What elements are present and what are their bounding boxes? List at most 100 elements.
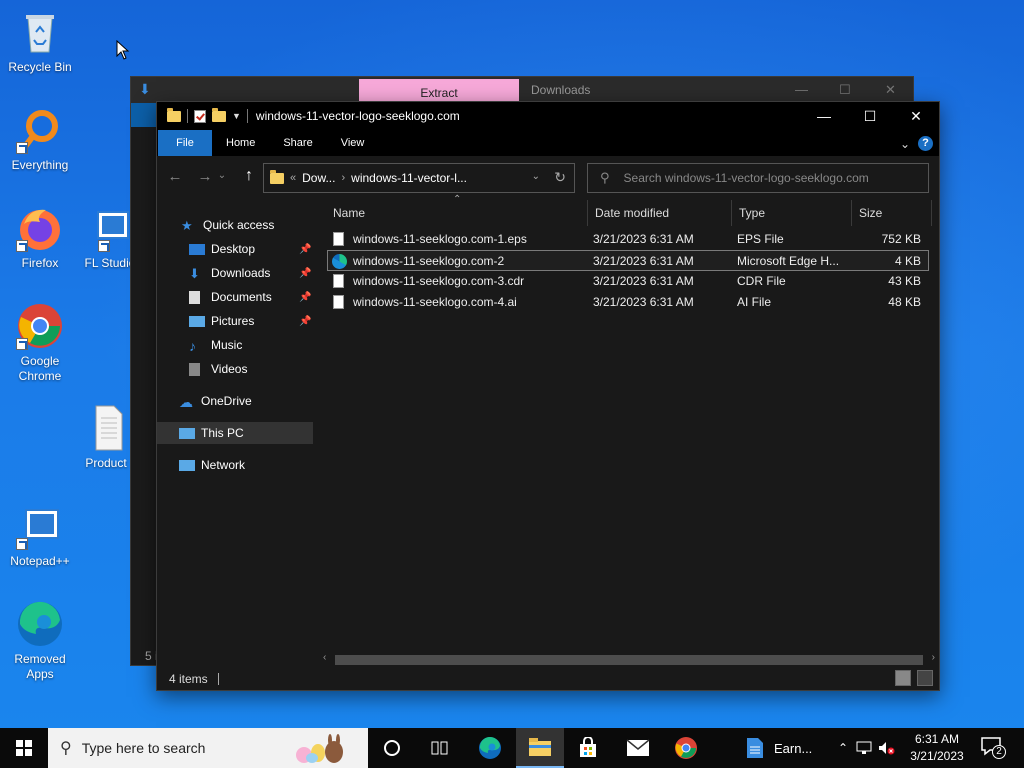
column-divider[interactable] xyxy=(587,200,588,226)
chrome-icon xyxy=(16,302,64,350)
taskbar: ⚲ Type here to search Earn... ⌃ 6:31 AM … xyxy=(0,728,1024,768)
column-header-name[interactable]: Name xyxy=(333,200,365,226)
fl-studio-icon xyxy=(86,204,134,252)
volume-muted-icon[interactable] xyxy=(878,741,896,755)
nav-item-documents[interactable]: Documents 📌 xyxy=(189,286,315,308)
chrome-taskbar-button[interactable] xyxy=(662,728,710,768)
new-folder-icon[interactable] xyxy=(212,107,226,122)
window-title: windows-11-vector-logo-seeklogo.com xyxy=(255,109,460,123)
column-header-type[interactable]: Type xyxy=(739,200,765,226)
nav-item-network[interactable]: Network xyxy=(179,454,245,476)
nav-item-pictures[interactable]: Pictures 📌 xyxy=(189,310,315,332)
desktop-icon-removed-apps[interactable]: Removed Apps xyxy=(0,600,80,682)
document-app-taskbar-button[interactable]: Earn... xyxy=(746,728,832,768)
action-center-button[interactable]: 2 xyxy=(980,736,1008,760)
table-row[interactable]: windows-11-seeklogo.com-1.eps 3/21/2023 … xyxy=(327,229,929,250)
column-divider[interactable] xyxy=(931,200,932,226)
table-row[interactable]: windows-11-seeklogo.com-2 3/21/2023 6:31… xyxy=(327,250,929,271)
up-arrow-icon[interactable]: ↑ xyxy=(235,167,263,185)
tab-share[interactable]: Share xyxy=(269,130,326,156)
column-divider[interactable] xyxy=(731,200,732,226)
scroll-right-arrow-icon[interactable]: › xyxy=(932,652,935,663)
show-hidden-icons-chevron-icon[interactable]: ⌃ xyxy=(838,741,848,755)
nav-item-music[interactable]: ♪ Music xyxy=(189,334,242,356)
sort-ascending-icon: ⌃ xyxy=(453,194,462,205)
customize-quick-access-icon[interactable]: ▼ xyxy=(232,111,241,121)
maximize-icon[interactable]: ☐ xyxy=(839,82,851,98)
nav-item-quick-access[interactable]: ★ Quick access xyxy=(181,214,274,236)
file-list: ⌃ Name Date modified Type Size windows-1… xyxy=(319,194,939,668)
table-row[interactable]: windows-11-seeklogo.com-3.cdr 3/21/2023 … xyxy=(327,271,929,292)
maximize-button[interactable]: ☐ xyxy=(847,102,893,130)
file-name: windows-11-seeklogo.com-2 xyxy=(353,254,505,268)
minimize-button[interactable]: — xyxy=(801,102,847,130)
horizontal-scrollbar[interactable]: ‹ › xyxy=(319,652,939,668)
large-icons-view-icon[interactable] xyxy=(917,670,933,686)
desktop-icon-recycle-bin[interactable]: Recycle Bin xyxy=(0,8,80,75)
recent-locations-chevron-icon[interactable]: ⌄ xyxy=(215,170,229,181)
nav-item-videos[interactable]: Videos xyxy=(189,358,247,380)
mail-taskbar-button[interactable] xyxy=(614,728,662,768)
properties-icon[interactable] xyxy=(194,109,206,123)
pin-icon[interactable]: 📌 xyxy=(299,268,311,279)
chrome-icon xyxy=(675,737,697,759)
tab-file[interactable]: File xyxy=(158,130,212,156)
taskbar-clock[interactable]: 6:31 AM 3/21/2023 xyxy=(902,731,972,765)
shortcut-arrow-icon xyxy=(16,338,28,350)
desktop-icon-google-chrome[interactable]: Google Chrome xyxy=(0,302,80,384)
background-window-titlebar[interactable]: ⬇ Extract Downloads — ☐ ✕ xyxy=(131,77,913,103)
pin-icon[interactable]: 📌 xyxy=(299,316,311,327)
refresh-icon[interactable]: ↻ xyxy=(554,169,566,186)
task-view-icon-button[interactable] xyxy=(416,728,464,768)
file-type: CDR File xyxy=(737,274,786,288)
windows-logo-icon xyxy=(16,740,32,756)
start-button[interactable] xyxy=(0,728,48,768)
file-type: AI File xyxy=(737,295,772,309)
address-bar[interactable]: « Dow... › windows-11-vector-l... ⌄ ↻ xyxy=(263,163,575,193)
help-icon[interactable]: ? xyxy=(918,136,933,151)
nav-item-label: This PC xyxy=(201,426,244,440)
edge-taskbar-button[interactable] xyxy=(466,728,514,768)
expand-ribbon-chevron-icon[interactable]: ⌄ xyxy=(900,137,910,151)
details-view-icon[interactable] xyxy=(895,670,911,686)
tab-view[interactable]: View xyxy=(327,130,379,156)
file-explorer-taskbar-button[interactable] xyxy=(516,728,564,768)
pin-icon[interactable]: 📌 xyxy=(299,244,311,255)
file-date: 3/21/2023 6:31 AM xyxy=(593,274,694,288)
overflow-chevron-icon[interactable]: « xyxy=(290,172,296,184)
back-arrow-icon[interactable]: ← xyxy=(161,168,189,185)
scrollbar-thumb[interactable] xyxy=(335,655,923,665)
tab-home[interactable]: Home xyxy=(212,130,269,156)
breadcrumb-separator-icon[interactable]: › xyxy=(341,172,345,184)
table-row[interactable]: windows-11-seeklogo.com-4.ai 3/21/2023 6… xyxy=(327,292,929,313)
column-header-size[interactable]: Size xyxy=(859,200,882,226)
search-input[interactable]: Type here to search xyxy=(82,740,206,756)
window-titlebar[interactable]: ▼ windows-11-vector-logo-seeklogo.com — … xyxy=(157,102,939,130)
desktop-icon-firefox[interactable]: Firefox xyxy=(0,204,80,271)
pin-icon[interactable]: 📌 xyxy=(299,292,311,303)
breadcrumb-downloads[interactable]: Dow... xyxy=(302,171,335,185)
nav-item-onedrive[interactable]: ☁ OneDrive xyxy=(179,390,252,412)
taskbar-search-box[interactable]: ⚲ Type here to search xyxy=(48,728,368,768)
nav-item-downloads[interactable]: ⬇ Downloads 📌 xyxy=(189,262,315,284)
network-icon[interactable] xyxy=(856,741,872,755)
task-view-button[interactable] xyxy=(368,728,416,768)
column-header-date-modified[interactable]: Date modified xyxy=(595,200,669,226)
extract-tab[interactable]: Extract xyxy=(359,79,519,103)
status-bar: 4 items xyxy=(157,668,939,690)
search-input[interactable]: Search windows-11-vector-logo-seeklogo.c… xyxy=(624,171,869,185)
desktop-icon-notepad-plus-plus[interactable]: Notepad++ xyxy=(0,502,80,569)
nav-item-desktop[interactable]: Desktop 📌 xyxy=(189,238,315,260)
nav-item-this-pc[interactable]: This PC xyxy=(157,422,313,444)
store-taskbar-button[interactable] xyxy=(564,728,612,768)
breadcrumb-current-folder[interactable]: windows-11-vector-l... xyxy=(351,171,467,185)
close-button[interactable]: ✕ xyxy=(893,102,939,130)
file-explorer-window[interactable]: ▼ windows-11-vector-logo-seeklogo.com — … xyxy=(156,101,940,691)
address-dropdown-icon[interactable]: ⌄ xyxy=(532,171,540,182)
search-box[interactable]: ⚲ Search windows-11-vector-logo-seeklogo… xyxy=(587,163,929,193)
close-icon[interactable]: ✕ xyxy=(885,82,896,98)
minimize-icon[interactable]: — xyxy=(795,82,808,97)
column-divider[interactable] xyxy=(851,200,852,226)
scroll-left-arrow-icon[interactable]: ‹ xyxy=(323,652,326,663)
desktop-icon-everything[interactable]: Everything xyxy=(0,106,80,173)
